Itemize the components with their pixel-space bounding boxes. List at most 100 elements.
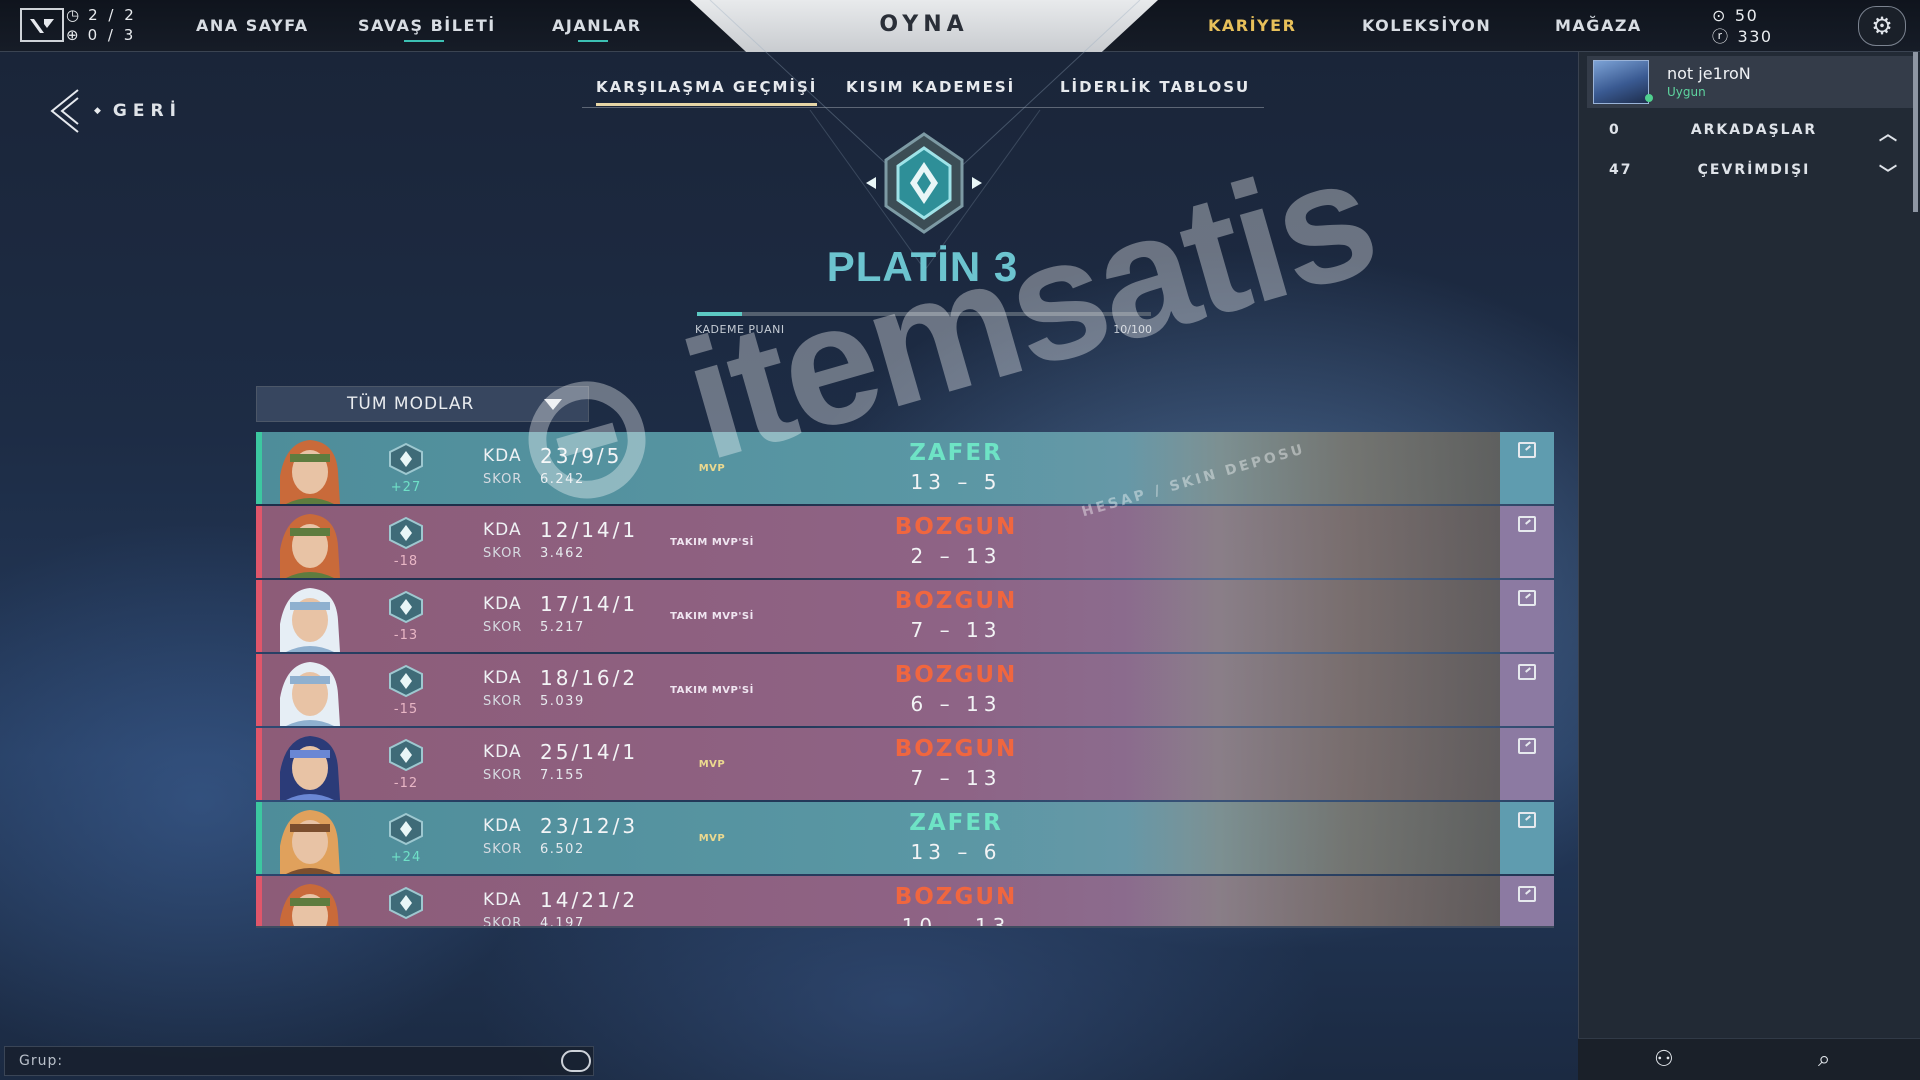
match-score: 13 – 5: [910, 470, 1002, 494]
share-button[interactable]: [1500, 728, 1554, 800]
outcome-bar: [256, 432, 262, 504]
nav-store[interactable]: MAĞAZA: [1555, 16, 1642, 35]
friends-section-toggle[interactable]: 0 ARKADAŞLAR ︿: [1609, 118, 1899, 145]
agent-portrait: [266, 802, 350, 874]
mvp-badge: TAKIM MVP'Sİ: [670, 611, 754, 622]
valorant-logo-button[interactable]: [20, 8, 64, 42]
offline-section-toggle[interactable]: 47 ÇEVRİMDIŞI ﹀: [1609, 158, 1899, 185]
agent-portrait: [266, 506, 350, 578]
match-row[interactable]: +24 KDA 23/12/3 SKOR 6.502 MVP ZAFER 13 …: [256, 802, 1554, 874]
eye-icon[interactable]: [561, 1050, 591, 1072]
match-result: BOZGUN: [894, 736, 1018, 762]
counter-time: 2 / 2: [88, 6, 137, 24]
match-row[interactable]: +27 KDA 23/9/5 SKOR 6.242 MVP ZAFER 13 –…: [256, 432, 1554, 504]
map-thumbnail: [1126, 654, 1500, 726]
rank-icon: [389, 812, 423, 846]
rank-rating-change: +24: [390, 850, 422, 865]
nav-collection[interactable]: KOLEKSİYON: [1362, 16, 1491, 35]
match-row[interactable]: KDA 14/21/2 SKOR 4.197 BOZGUN 10 – 13: [256, 876, 1554, 926]
social-panel: not je1roN Uygun 0 ARKADAŞLAR ︿ 47 ÇEVRİ…: [1578, 52, 1920, 1080]
add-friend-icon[interactable]: ⚇: [1654, 1047, 1674, 1072]
match-score: 7 – 13: [910, 766, 1002, 790]
nav-career[interactable]: KARİYER: [1208, 16, 1296, 35]
mvp-badge: TAKIM MVP'Sİ: [670, 685, 754, 696]
radianite-points: 330: [1737, 27, 1773, 46]
platinum-rank-icon: [866, 132, 982, 234]
kda-label: KDA: [483, 668, 522, 688]
player-profile-card[interactable]: not je1roN Uygun: [1587, 56, 1913, 108]
gear-icon: ⚙: [1871, 12, 1893, 40]
combat-score: 7.155: [540, 768, 585, 783]
match-result: ZAFER: [909, 810, 1003, 836]
kda-value: 17/14/1: [540, 592, 639, 616]
combat-score: 5.217: [540, 620, 585, 635]
caret-down-icon: [544, 399, 562, 410]
match-row[interactable]: -12 KDA 25/14/1 SKOR 7.155 MVP BOZGUN 7 …: [256, 728, 1554, 800]
share-button[interactable]: [1500, 432, 1554, 504]
clock-icon: ◷: [66, 6, 83, 24]
share-icon: [1518, 812, 1536, 828]
share-button[interactable]: [1500, 654, 1554, 726]
match-score: 6 – 13: [910, 692, 1002, 716]
score-label: SKOR: [483, 620, 523, 635]
match-result: BOZGUN: [894, 514, 1018, 540]
social-bottom-bar: ⚇ ⌕: [1578, 1038, 1920, 1080]
mvp-badge: MVP: [698, 833, 726, 844]
kda-value: 25/14/1: [540, 740, 639, 764]
chat-channel-label: Grup:: [19, 1053, 64, 1069]
score-label: SKOR: [483, 694, 523, 709]
match-row[interactable]: -13 KDA 17/14/1 SKOR 5.217 TAKIM MVP'Sİ …: [256, 580, 1554, 652]
rank-rating-change: -15: [393, 702, 419, 717]
outcome-bar: [256, 506, 262, 578]
share-icon: [1518, 516, 1536, 532]
agent-portrait: [266, 728, 350, 800]
score-label: SKOR: [483, 546, 523, 561]
map-thumbnail: [1126, 728, 1500, 800]
map-thumbnail: [1126, 432, 1500, 504]
match-row[interactable]: -18 KDA 12/14/1 SKOR 3.462 TAKIM MVP'Sİ …: [256, 506, 1554, 578]
agent-portrait: [266, 876, 350, 926]
agent-portrait: [266, 432, 350, 504]
back-button[interactable]: ◆ GERİ: [48, 88, 182, 134]
score-label: SKOR: [483, 842, 523, 857]
player-status: Uygun: [1667, 85, 1706, 99]
combat-score: 6.242: [540, 472, 585, 487]
rank-rating-change: -12: [393, 776, 419, 791]
nav-battlepass[interactable]: SAVAŞ BİLETİ: [358, 16, 496, 42]
valorant-points: 50: [1734, 6, 1759, 25]
share-icon: [1518, 738, 1536, 754]
match-result: BOZGUN: [894, 662, 1018, 688]
kda-label: KDA: [483, 520, 522, 540]
map-thumbnail: [1126, 802, 1500, 874]
rank-icon: [389, 664, 423, 698]
share-button[interactable]: [1500, 580, 1554, 652]
back-label: GERİ: [112, 101, 182, 121]
chat-input[interactable]: Grup:: [4, 1046, 594, 1076]
nav-battlepass-label: SAVAŞ BİLETİ: [358, 16, 496, 35]
chevron-left-icon: [50, 89, 79, 133]
map-thumbnail: [1126, 506, 1500, 578]
match-result: ZAFER: [909, 440, 1003, 466]
search-icon[interactable]: ⌕: [1818, 1047, 1830, 1072]
social-scrollbar[interactable]: [1913, 52, 1918, 212]
share-button[interactable]: [1500, 506, 1554, 578]
kda-label: KDA: [483, 742, 522, 762]
nav-home[interactable]: ANA SAYFA: [196, 16, 309, 35]
rank-icon: [389, 442, 423, 476]
rank-icon: [389, 738, 423, 772]
score-label: SKOR: [483, 472, 523, 487]
share-button[interactable]: [1500, 876, 1554, 926]
rank-icon: [389, 590, 423, 624]
settings-button[interactable]: ⚙: [1858, 6, 1906, 46]
diamond-icon: ◆: [94, 106, 101, 116]
share-button[interactable]: [1500, 802, 1554, 874]
match-row[interactable]: -15 KDA 18/16/2 SKOR 5.039 TAKIM MVP'Sİ …: [256, 654, 1554, 726]
mvp-badge: TAKIM MVP'Sİ: [670, 537, 754, 548]
rank-icon: [389, 886, 423, 920]
mode-filter-dropdown[interactable]: TÜM MODLAR: [256, 386, 589, 422]
rank-rating-change: +27: [390, 480, 422, 495]
offline-label: ÇEVRİMDIŞI: [1697, 162, 1811, 178]
rank-rating-change: -18: [393, 554, 419, 569]
outcome-bar: [256, 580, 262, 652]
nav-agents[interactable]: AJANLAR: [552, 16, 642, 42]
